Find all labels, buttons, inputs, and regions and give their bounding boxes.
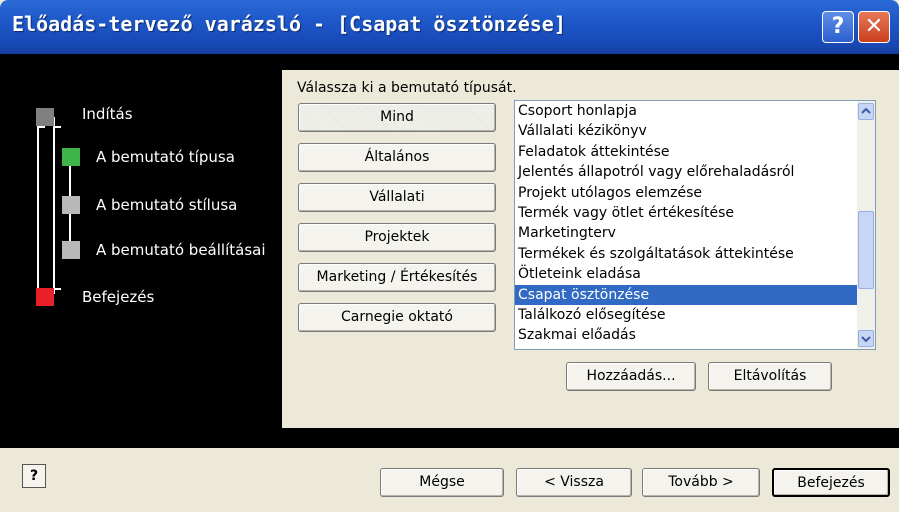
- scroll-up-button[interactable]: [858, 103, 874, 120]
- step-marker-type: [62, 148, 80, 166]
- list-item[interactable]: Termékek és szolgáltatások áttekintése: [515, 244, 875, 264]
- step-marker-finish: [36, 288, 54, 306]
- step-marker-start: [36, 108, 54, 126]
- scroll-thumb[interactable]: [858, 211, 874, 289]
- step-connector-line: [53, 288, 61, 290]
- finish-button[interactable]: Befejezés: [772, 468, 890, 497]
- category-all-button[interactable]: Mind: [298, 103, 496, 132]
- list-item[interactable]: Találkozó elősegítése: [515, 305, 875, 325]
- list-item[interactable]: Projekt utólagos elemzése: [515, 183, 875, 203]
- next-button[interactable]: Tovább >: [642, 468, 760, 497]
- chevron-down-icon: [861, 336, 871, 343]
- help-title-button[interactable]: ?: [822, 11, 854, 43]
- list-item[interactable]: Szakmai előadás: [515, 325, 875, 345]
- step-label-start[interactable]: Indítás: [82, 105, 133, 123]
- step-connector-line: [53, 126, 61, 128]
- scroll-down-button[interactable]: [858, 330, 874, 347]
- window-title: Előadás-tervező varázsló - [Csapat ösztö…: [12, 12, 566, 36]
- add-button[interactable]: Hozzáadás...: [566, 362, 696, 391]
- back-button[interactable]: < Vissza: [516, 468, 632, 497]
- category-projects-button[interactable]: Projektek: [298, 223, 496, 252]
- presentation-type-list[interactable]: Csoport honlapja Vállalati kézikönyv Fel…: [514, 100, 876, 350]
- step-connector-line: [53, 117, 55, 294]
- list-item[interactable]: Jelentés állapotról vagy előrehaladásról: [515, 162, 875, 182]
- step-label-style[interactable]: A bemutató stílusa: [96, 196, 237, 214]
- step-marker-settings: [62, 241, 80, 259]
- list-item[interactable]: Marketingterv: [515, 223, 875, 243]
- category-general-button[interactable]: Általános: [298, 143, 496, 172]
- step-connector-line: [37, 126, 39, 288]
- step-label-type[interactable]: A bemutató típusa: [96, 148, 235, 166]
- step-label-settings[interactable]: A bemutató beállításai: [96, 241, 266, 259]
- list-item[interactable]: Termék vagy ötlet értékesítése: [515, 203, 875, 223]
- list-item[interactable]: Vállalati kézikönyv: [515, 121, 875, 141]
- step-label-finish[interactable]: Befejezés: [82, 288, 154, 306]
- step-marker-style: [62, 196, 80, 214]
- separator-bar: [0, 428, 899, 448]
- list-item[interactable]: Feladatok áttekintése: [515, 142, 875, 162]
- step-connector-line: [37, 126, 45, 128]
- list-item[interactable]: Csoport honlapja: [515, 101, 875, 121]
- category-carnegie-button[interactable]: Carnegie oktató: [298, 303, 496, 332]
- list-item[interactable]: Ötleteink eladása: [515, 264, 875, 284]
- type-prompt: Válassza ki a bemutató típusát.: [297, 80, 517, 96]
- remove-button[interactable]: Eltávolítás: [708, 362, 832, 391]
- chevron-up-icon: [861, 107, 871, 114]
- cancel-button[interactable]: Mégse: [380, 468, 504, 497]
- category-marketing-button[interactable]: Marketing / Értékesítés: [298, 263, 496, 292]
- wizard-window: Előadás-tervező varázsló - [Csapat ösztö…: [0, 0, 899, 512]
- list-item-selected[interactable]: Csapat ösztönzése: [515, 284, 875, 305]
- list-scrollbar[interactable]: [857, 101, 875, 349]
- help-icon[interactable]: ?: [22, 464, 46, 488]
- category-corporate-button[interactable]: Vállalati: [298, 183, 496, 212]
- close-button[interactable]: ✕: [858, 11, 890, 43]
- title-bar[interactable]: Előadás-tervező varázsló - [Csapat ösztö…: [0, 0, 899, 54]
